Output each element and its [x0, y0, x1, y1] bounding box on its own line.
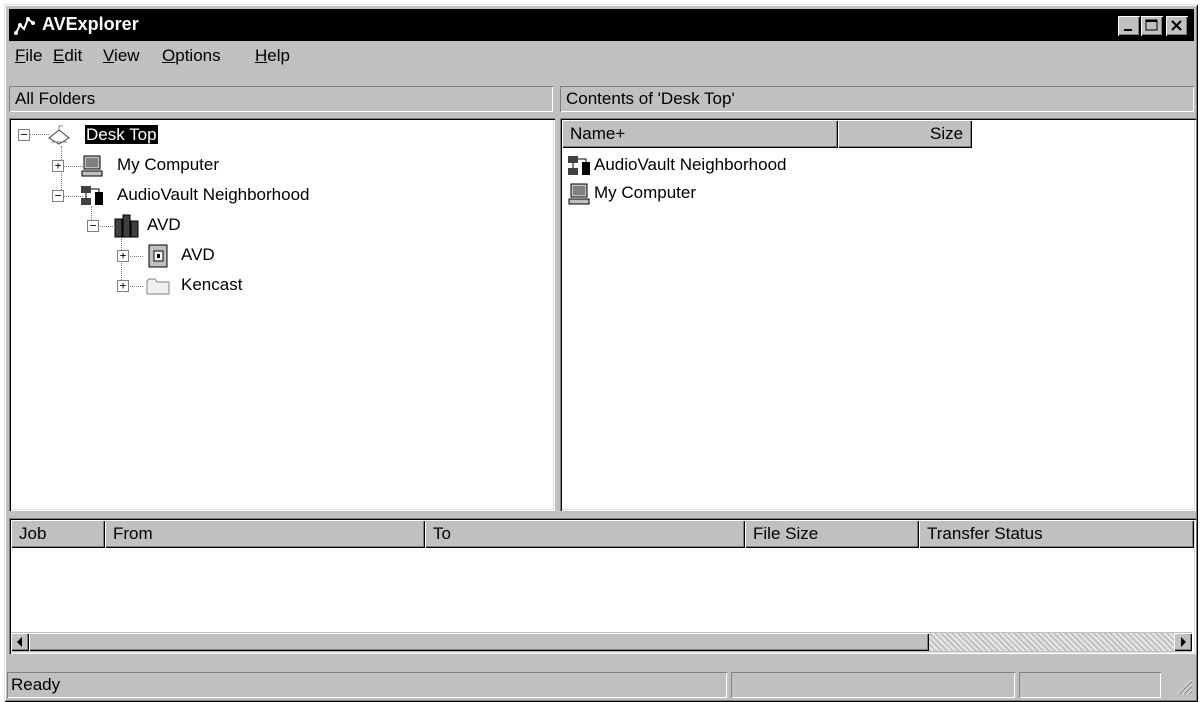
desktop-icon: [48, 125, 70, 145]
drive-icon: [148, 244, 168, 268]
collapse-icon[interactable]: −: [87, 220, 99, 232]
scroll-right-button[interactable]: [1174, 633, 1192, 651]
menu-help[interactable]: Help: [255, 46, 290, 66]
transfer-jobs-list[interactable]: Job From To File Size Transfer Status: [9, 518, 1196, 654]
resize-grip-icon[interactable]: [1174, 676, 1194, 696]
expand-icon[interactable]: +: [117, 280, 129, 292]
list-item[interactable]: My Computer: [562, 180, 1192, 208]
list-item-name: AudioVault Neighborhood: [594, 155, 787, 174]
tree-label: My Computer: [117, 155, 220, 174]
av-network-icon: [14, 17, 35, 35]
close-button[interactable]: [1166, 16, 1188, 36]
tree-item-avd-drive[interactable]: + AVD: [9, 242, 549, 270]
horizontal-scrollbar[interactable]: [11, 632, 1192, 652]
folder-icon: [146, 278, 170, 295]
status-panel-3: [1019, 672, 1161, 698]
window-title: AVExplorer: [42, 14, 139, 34]
menu-file[interactable]: File: [15, 46, 42, 66]
tree-label: AudioVault Neighborhood: [117, 185, 310, 204]
expand-icon[interactable]: +: [117, 250, 129, 262]
tree-label: Kencast: [181, 275, 243, 294]
scrollbar-track[interactable]: [929, 633, 1174, 651]
list-item[interactable]: AudioVault Neighborhood: [562, 152, 1192, 180]
minimize-icon: [1124, 29, 1132, 31]
tree-label: AVD: [181, 245, 215, 264]
tree-label: Desk Top: [84, 124, 159, 145]
arrow-left-icon: [17, 637, 22, 647]
column-header-size[interactable]: Size: [838, 120, 972, 148]
column-header-name[interactable]: Name+: [562, 120, 838, 148]
title-bar[interactable]: AVExplorer: [9, 9, 1194, 41]
maximize-icon: [1145, 19, 1158, 31]
contents-list[interactable]: Name+ Size AudioVault Neighborhood My Co…: [560, 118, 1196, 511]
list-item-name: My Computer: [594, 183, 697, 202]
maximize-button[interactable]: [1141, 16, 1163, 36]
status-text: Ready: [7, 672, 727, 698]
all-folders-header: All Folders: [9, 86, 553, 112]
network-icon: [81, 186, 103, 205]
column-header-from[interactable]: From: [105, 520, 425, 548]
status-panel-2: [731, 672, 1015, 698]
scrollbar-thumb[interactable]: [29, 633, 929, 651]
column-header-job[interactable]: Job: [11, 520, 105, 548]
tree-item-kencast[interactable]: + Kencast: [9, 272, 549, 300]
tree-label: AVD: [147, 215, 181, 234]
menu-bar: File Edit View Options Help: [9, 43, 1194, 69]
collapse-icon[interactable]: −: [52, 190, 64, 202]
contents-header: Contents of 'Desk Top': [560, 86, 1194, 112]
collapse-icon[interactable]: −: [18, 129, 30, 141]
expand-icon[interactable]: +: [52, 160, 64, 172]
folder-tree[interactable]: − Desk Top + My Computer − AudioVault Ne…: [9, 118, 555, 511]
column-header-transfer-status[interactable]: Transfer Status: [919, 520, 1194, 548]
menu-edit[interactable]: Edit: [53, 46, 82, 66]
all-folders-label: All Folders: [15, 89, 96, 108]
minimize-button[interactable]: [1118, 16, 1140, 36]
close-icon: [1171, 20, 1182, 31]
network-icon: [568, 156, 590, 175]
tree-item-desk-top[interactable]: − Desk Top: [9, 122, 549, 150]
server-icon: [114, 214, 139, 238]
menu-options[interactable]: Options: [162, 46, 221, 66]
computer-icon: [568, 183, 590, 205]
app-window: AVExplorer File Edit View Options Help A…: [4, 4, 1198, 702]
tree-item-avd-server[interactable]: − AVD: [9, 212, 549, 240]
column-header-to[interactable]: To: [425, 520, 745, 548]
tree-item-my-computer[interactable]: + My Computer: [9, 152, 549, 180]
tree-item-audiovault-neighborhood[interactable]: − AudioVault Neighborhood: [9, 182, 549, 210]
menu-view[interactable]: View: [103, 46, 140, 66]
column-header-file-size[interactable]: File Size: [745, 520, 919, 548]
arrow-right-icon: [1181, 637, 1186, 647]
computer-icon: [81, 155, 103, 177]
scroll-left-button[interactable]: [11, 633, 29, 651]
contents-label: Contents of 'Desk Top': [566, 89, 735, 108]
